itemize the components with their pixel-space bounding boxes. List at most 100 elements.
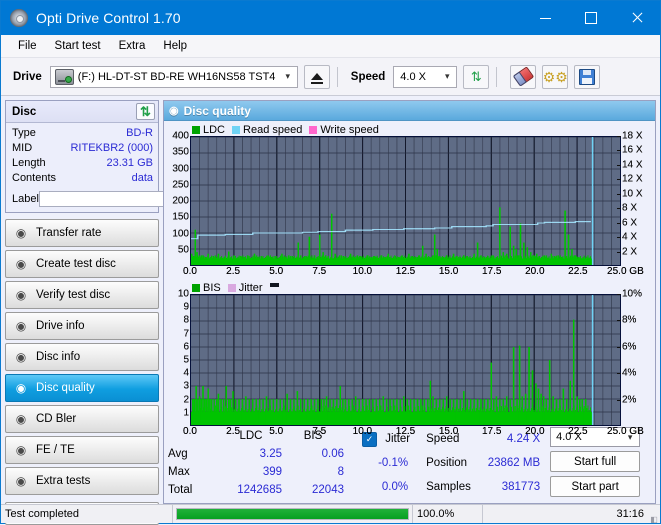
- stats-label-total: Total: [168, 484, 193, 496]
- bis-plot-svg: [191, 294, 620, 425]
- stats-bis-total: 22043: [312, 484, 344, 496]
- legend-label: Jitter: [238, 281, 263, 294]
- maximize-icon: [585, 12, 597, 24]
- disc-panel-title: Disc: [12, 105, 37, 118]
- sidebar-item-fe-te[interactable]: ◉ FE / TE: [5, 436, 159, 464]
- ldc-chart: LDC Read speed Write speed 50 100 150 200 25…: [164, 123, 655, 279]
- sidebar-item-create-test-disc[interactable]: ◉ Create test disc: [5, 250, 159, 278]
- x-tick-label: 0.0: [183, 266, 197, 277]
- legend-label: Read speed: [243, 123, 303, 136]
- menu-file[interactable]: File: [9, 37, 46, 55]
- menu-bar: File Start test Extra Help: [1, 35, 660, 58]
- sidebar-item-label: Create test disc: [36, 258, 116, 270]
- stats-row-avg: Avg 3.25 0.06: [168, 445, 344, 463]
- drive-select-value: (F:) HL-DT-ST BD-RE WH16NS58 TST4: [77, 70, 276, 83]
- y-tick-label: 4: [183, 367, 189, 379]
- stats-label-max: Max: [168, 466, 190, 478]
- sidebar-item-disc-info[interactable]: ◉ Disc info: [5, 343, 159, 371]
- y2-tick-mark: [617, 346, 621, 348]
- main-panel-header: ◉ Disc quality: [164, 101, 655, 121]
- resize-grip[interactable]: ◧: [648, 505, 660, 524]
- disc-properties: Type BD-R MID RITEKBR2 (000) Length 23.3…: [6, 123, 243, 212]
- x-tick-label: 12.5: [395, 266, 416, 277]
- sidebar-item-disc-quality[interactable]: ◉ Disc quality: [5, 374, 159, 402]
- speed-select-value: 4.0 X: [400, 70, 426, 83]
- disc-write-icon: ◉: [15, 257, 27, 271]
- eject-button[interactable]: [303, 64, 330, 89]
- minimize-button[interactable]: [522, 1, 568, 35]
- y2-tick-mark: [617, 237, 621, 239]
- y-tick-label: 3: [183, 380, 189, 392]
- y2-tick-mark: [617, 294, 621, 295]
- status-message: Test completed: [1, 505, 173, 523]
- legend-swatch-read-speed: [232, 125, 241, 134]
- disc-row-contents-key: Contents: [12, 172, 57, 184]
- sidebar-item-extra-tests[interactable]: ◉ Extra tests: [5, 467, 159, 495]
- chevron-down-icon: ▾: [285, 71, 291, 81]
- extra-tests-icon: ◉: [15, 474, 27, 488]
- x-tick-label: 25.0 GB: [607, 426, 644, 437]
- save-button[interactable]: [574, 64, 601, 89]
- refresh-icon: ⇅: [140, 104, 151, 119]
- x-tick-label: 5.0: [269, 266, 284, 277]
- sidebar-item-verify-test-disc[interactable]: ◉ Verify test disc: [5, 281, 159, 309]
- disc-info-panel: Disc ⇅ Type BD-R MID RITEKBR2 (000) Leng…: [5, 100, 243, 213]
- sidebar-item-label: FE / TE: [36, 444, 75, 456]
- app-window: Opti Drive Control 1.70 File Start test …: [0, 0, 661, 525]
- window-controls: [522, 1, 660, 35]
- x-tick-label: 7.5: [312, 266, 327, 277]
- y2-tick-label: 4%: [622, 367, 637, 379]
- speed-select[interactable]: 4.0 X ▾: [393, 65, 458, 88]
- disc-info-icon: ◉: [15, 350, 27, 364]
- x-tick-label: 20.0: [525, 426, 545, 437]
- progress-bar: [173, 505, 413, 523]
- drive-label: Drive: [13, 70, 42, 83]
- disc-row-contents-value: data: [131, 172, 153, 184]
- x-tick-label: 12.5: [395, 426, 416, 437]
- bis-x-axis: 0.0 2.5 5.0 7.5 10.0 12.5 15.0 17.5 20.0 22.5 25.0…: [183, 426, 644, 439]
- y-tick-label: 7: [183, 328, 189, 340]
- close-button[interactable]: [614, 1, 660, 35]
- start-part-button[interactable]: Start part: [550, 476, 641, 497]
- y2-tick-label: 18 X: [622, 130, 643, 142]
- maximize-button[interactable]: [568, 1, 614, 35]
- bis-y-axis: 1 2 3 4 5 6 7 8 9 10 1 2 3 4 5 6 7 8 9 10: [164, 289, 194, 426]
- run-info-samples: Samples 381773: [426, 475, 540, 499]
- menu-extra[interactable]: Extra: [110, 37, 155, 55]
- drive-select[interactable]: (F:) HL-DT-ST BD-RE WH16NS58 TST4 ▾: [49, 65, 298, 88]
- legend-label: Write speed: [320, 123, 379, 136]
- disc-row-length-key: Length: [12, 157, 46, 169]
- x-tick-label: 2.5: [226, 266, 241, 277]
- menu-start-test[interactable]: Start test: [46, 37, 110, 55]
- bis-y2-axis: 2% 4% 6% 8% 10% 2% 4% 6% 8% 10%: [617, 289, 655, 426]
- nav-list: ◉ Transfer rate ◉ Create test disc ◉ Ver…: [5, 219, 159, 498]
- ldc-y-axis: 50 100 150 200 250 300 350 400 50 100 150 200 250 300…: [164, 131, 194, 266]
- refresh-button[interactable]: ⇅: [463, 64, 490, 89]
- disc-refresh-button[interactable]: ⇅: [136, 103, 155, 120]
- y2-tick-label: 10 X: [622, 188, 643, 200]
- legend-swatch-jitter: [227, 283, 236, 292]
- sidebar-item-label: Disc quality: [36, 382, 95, 394]
- erase-button[interactable]: [510, 64, 537, 89]
- tools-button[interactable]: ⚙⚙: [542, 64, 569, 89]
- disc-verify-icon: ◉: [15, 288, 27, 302]
- sidebar-item-cd-bler[interactable]: ◉ CD Bler: [5, 405, 159, 433]
- disc-row-mid-value: RITEKBR2 (000): [70, 142, 153, 154]
- legend-item-read-speed: Read speed: [232, 124, 302, 136]
- jitter-row-max: 0.0%: [362, 475, 410, 499]
- y2-tick-mark: [617, 399, 621, 401]
- refresh-icon: ⇅: [470, 69, 482, 84]
- stats-label-avg: Avg: [168, 448, 188, 460]
- samples-stat-value: 381773: [501, 481, 541, 493]
- sidebar-item-drive-info[interactable]: ◉ Drive info: [5, 312, 159, 340]
- x-tick-label: 15.0: [438, 426, 459, 437]
- menu-help[interactable]: Help: [154, 37, 196, 55]
- start-full-button[interactable]: Start full: [550, 451, 641, 472]
- legend-item-ldc: LDC: [192, 124, 225, 136]
- y-tick-label: 300: [172, 163, 189, 174]
- jitter-row-avg: -0.1%: [362, 451, 410, 475]
- toolbar-divider-1: [336, 66, 338, 87]
- bis-plot-wrap: 1 2 3 4 5 6 7 8 9 10 1 2 3 4 5 6 7 8 9 10 2% 4% 6% 8% 10% 2% 4% 6%…: [164, 289, 655, 426]
- disc-row-type-key: Type: [12, 127, 36, 139]
- sidebar-item-transfer-rate[interactable]: ◉ Transfer rate: [5, 219, 159, 247]
